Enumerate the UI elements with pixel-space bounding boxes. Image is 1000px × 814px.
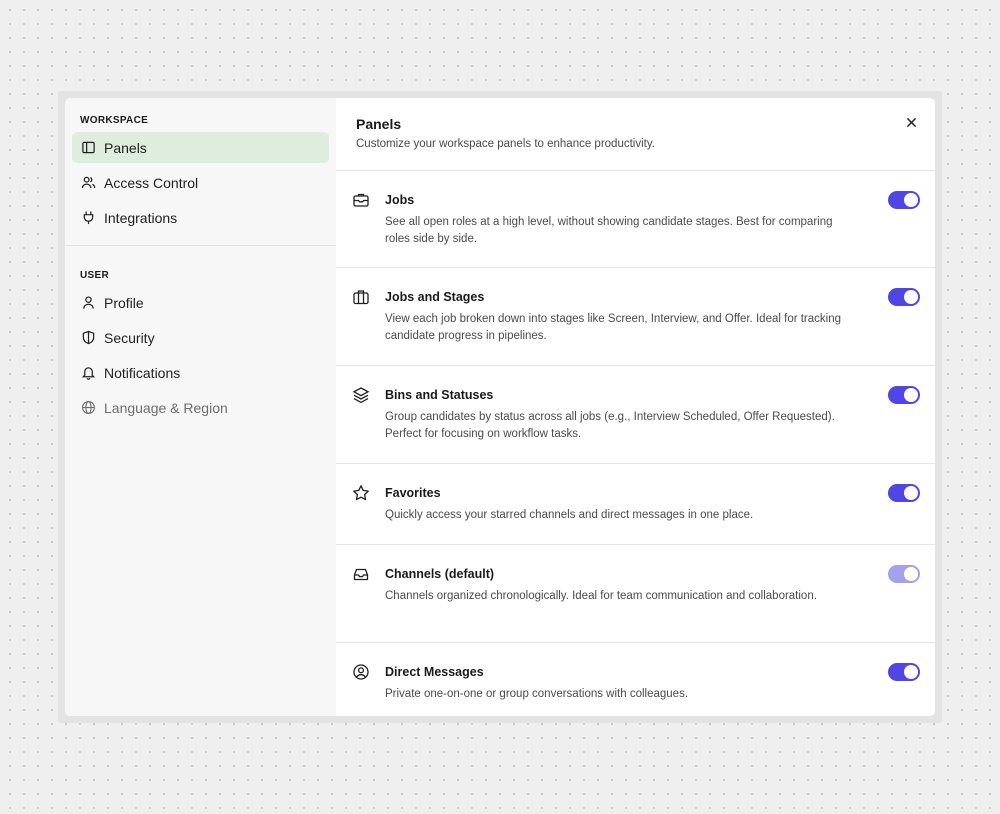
panel-title: Jobs bbox=[385, 193, 415, 207]
sidebar-item-notifications[interactable]: Notifications bbox=[72, 357, 329, 388]
page-subtitle: Customize your workspace panels to enhan… bbox=[356, 138, 655, 150]
panel-title: Channels (default) bbox=[385, 567, 495, 581]
star-icon bbox=[352, 484, 370, 502]
panel-description: Channels organized chronologically. Idea… bbox=[385, 590, 817, 602]
user-icon bbox=[81, 295, 96, 310]
shield-icon bbox=[81, 330, 96, 345]
panel-row-jobs: Jobs See all open roles at a high level,… bbox=[336, 171, 935, 268]
sidebar-item-label: Integrations bbox=[104, 209, 178, 226]
page-title: Panels bbox=[356, 116, 402, 132]
panel-description: See all open roles at a high level, with… bbox=[385, 216, 833, 245]
settings-modal: WORKSPACE Panels Access Control Integrat… bbox=[65, 98, 935, 716]
panel-row-bins-and-statuses: Bins and Statuses Group candidates by st… bbox=[336, 366, 935, 464]
close-button[interactable] bbox=[903, 114, 919, 130]
briefcase-icon bbox=[352, 288, 370, 306]
globe-icon bbox=[81, 400, 96, 415]
panel-title: Direct Messages bbox=[385, 665, 484, 679]
panels-settings-content: Panels Customize your workspace panels t… bbox=[336, 98, 935, 716]
panel-icon bbox=[81, 140, 96, 155]
sidebar-item-label: Security bbox=[104, 329, 155, 346]
panel-toggle-bins-and-statuses[interactable] bbox=[888, 386, 920, 404]
sidebar-item-label: Panels bbox=[104, 139, 147, 156]
users-icon bbox=[81, 175, 96, 190]
close-icon bbox=[906, 117, 916, 127]
sidebar-item-integrations[interactable]: Integrations bbox=[72, 202, 329, 233]
content-header: Panels Customize your workspace panels t… bbox=[336, 98, 935, 171]
panel-toggle-jobs[interactable] bbox=[888, 191, 920, 209]
panel-toggle-channels-default[interactable] bbox=[888, 565, 920, 583]
panel-title: Bins and Statuses bbox=[385, 388, 494, 402]
bell-icon bbox=[81, 365, 96, 380]
sidebar-item-label: Access Control bbox=[104, 174, 199, 191]
plug-icon bbox=[81, 210, 96, 225]
panel-toggle-direct-messages[interactable] bbox=[888, 663, 920, 681]
panel-row-channels-default: Channels (default) Channels organized ch… bbox=[336, 545, 935, 643]
user-circle-icon bbox=[352, 663, 370, 681]
sidebar-item-panels[interactable]: Panels bbox=[72, 132, 329, 163]
panel-row-favorites: Favorites Quickly access your starred ch… bbox=[336, 464, 935, 545]
sidebar-item-label: Language & Region bbox=[104, 399, 228, 416]
user-section-title: USER bbox=[80, 270, 109, 281]
panel-title: Jobs and Stages bbox=[385, 290, 485, 304]
settings-sidebar: WORKSPACE Panels Access Control Integrat… bbox=[65, 98, 336, 716]
layers-icon bbox=[352, 386, 370, 404]
panel-description: Quickly access your starred channels and… bbox=[385, 509, 754, 521]
panel-description: Private one-on-one or group conversation… bbox=[385, 688, 689, 700]
panel-toggle-favorites[interactable] bbox=[888, 484, 920, 502]
sidebar-item-label: Profile bbox=[104, 294, 144, 311]
panel-title: Favorites bbox=[385, 486, 441, 500]
panel-description: View each job broken down into stages li… bbox=[385, 313, 842, 342]
sidebar-item-access-control[interactable]: Access Control bbox=[72, 167, 329, 198]
sidebar-item-profile[interactable]: Profile bbox=[72, 287, 329, 318]
panel-row-direct-messages: Direct Messages Private one-on-one or gr… bbox=[336, 643, 935, 716]
sidebar-item-label: Notifications bbox=[104, 364, 181, 381]
sidebar-item-security[interactable]: Security bbox=[72, 322, 329, 353]
sidebar-divider bbox=[65, 245, 336, 246]
tray-icon bbox=[352, 565, 370, 583]
inbox-briefcase-icon bbox=[352, 191, 370, 209]
panel-row-jobs-and-stages: Jobs and Stages View each job broken dow… bbox=[336, 268, 935, 366]
sidebar-item-language-region[interactable]: Language & Region bbox=[72, 392, 329, 423]
panel-description: Group candidates by status across all jo… bbox=[385, 411, 835, 440]
workspace-section-title: WORKSPACE bbox=[80, 115, 149, 126]
panel-toggle-jobs-and-stages[interactable] bbox=[888, 288, 920, 306]
